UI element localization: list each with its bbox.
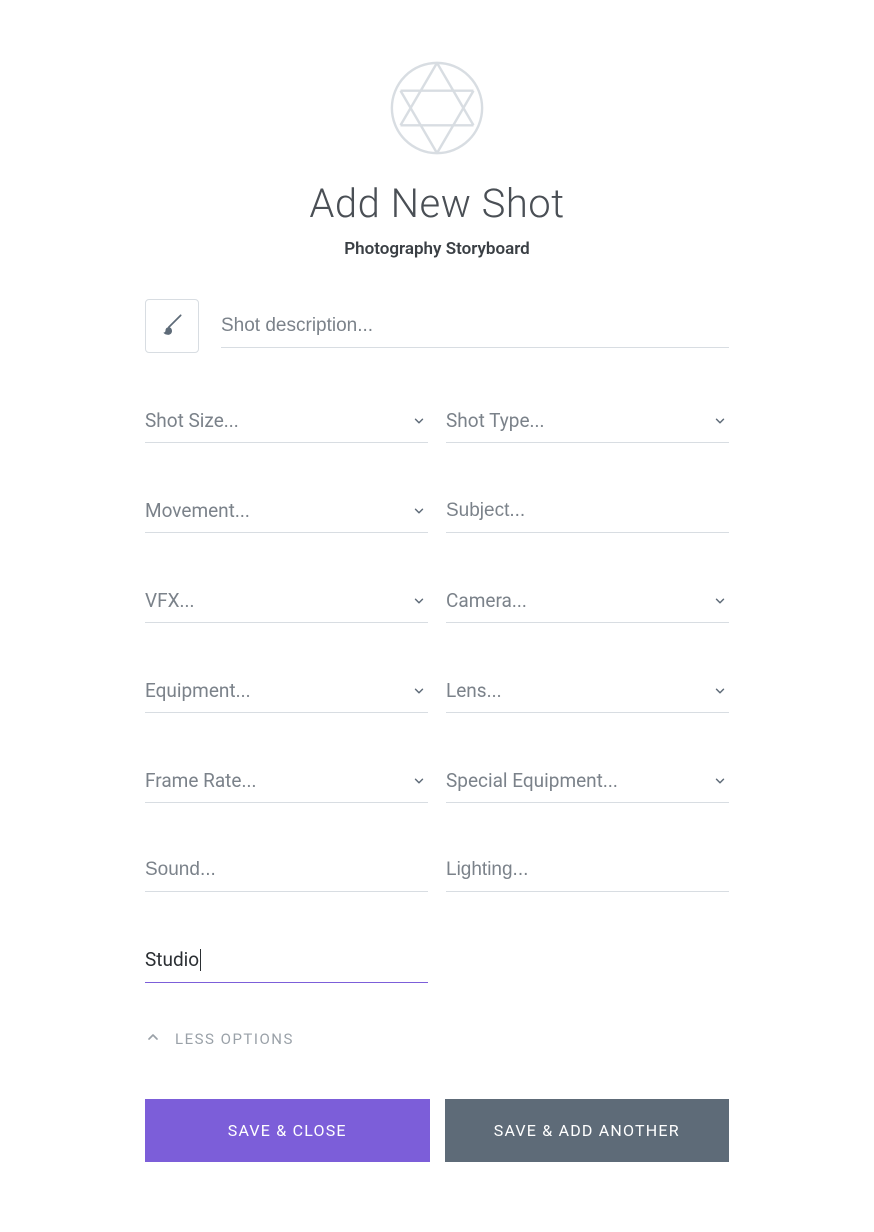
chevron-down-icon	[711, 412, 729, 430]
lighting-input[interactable]	[446, 853, 729, 892]
shot-type-label: Shot Type...	[446, 409, 545, 432]
movement-label: Movement...	[145, 499, 250, 522]
special-equipment-select[interactable]: Special Equipment...	[446, 763, 729, 803]
shot-description-input[interactable]	[221, 305, 729, 348]
shot-size-select[interactable]: Shot Size...	[145, 403, 428, 443]
chevron-down-icon	[410, 592, 428, 610]
less-options-toggle[interactable]: LESS OPTIONS	[145, 1029, 729, 1049]
vfx-select[interactable]: VFX...	[145, 583, 428, 623]
lens-label: Lens...	[446, 679, 502, 702]
aperture-icon	[389, 60, 485, 160]
chevron-down-icon	[410, 772, 428, 790]
chevron-down-icon	[711, 682, 729, 700]
page-subtitle: Photography Storyboard	[145, 239, 729, 259]
brush-button[interactable]	[145, 299, 199, 353]
less-options-label: LESS OPTIONS	[175, 1030, 294, 1048]
subject-field[interactable]	[446, 500, 729, 522]
vfx-label: VFX...	[145, 589, 195, 612]
lighting-field[interactable]	[446, 859, 729, 881]
camera-label: Camera...	[446, 589, 527, 612]
brush-icon	[159, 311, 185, 341]
text-caret	[200, 949, 201, 971]
sound-input[interactable]	[145, 853, 428, 892]
location-value: Studio	[145, 948, 201, 972]
form-header: Add New Shot Photography Storyboard	[145, 60, 729, 259]
sound-field[interactable]	[145, 859, 428, 881]
camera-select[interactable]: Camera...	[446, 583, 729, 623]
frame-rate-label: Frame Rate...	[145, 769, 256, 792]
location-row: Studio	[145, 942, 428, 983]
chevron-down-icon	[711, 592, 729, 610]
save-add-another-button[interactable]: SAVE & ADD ANOTHER	[445, 1099, 730, 1162]
special-equipment-label: Special Equipment...	[446, 769, 618, 792]
frame-rate-select[interactable]: Frame Rate...	[145, 763, 428, 803]
save-close-button[interactable]: SAVE & CLOSE	[145, 1099, 430, 1162]
shot-size-label: Shot Size...	[145, 409, 239, 432]
chevron-down-icon	[711, 772, 729, 790]
add-shot-form: Add New Shot Photography Storyboard Shot…	[0, 0, 874, 1202]
equipment-select[interactable]: Equipment...	[145, 673, 428, 713]
movement-select[interactable]: Movement...	[145, 493, 428, 533]
chevron-up-icon	[145, 1029, 161, 1049]
chevron-down-icon	[410, 682, 428, 700]
description-row	[145, 299, 729, 353]
subject-input[interactable]	[446, 493, 729, 533]
page-title: Add New Shot	[145, 180, 729, 227]
lens-select[interactable]: Lens...	[446, 673, 729, 713]
chevron-down-icon	[410, 412, 428, 430]
chevron-down-icon	[410, 502, 428, 520]
shot-type-select[interactable]: Shot Type...	[446, 403, 729, 443]
fields-grid: Shot Size... Shot Type... Movement... VF…	[145, 403, 729, 892]
location-input[interactable]: Studio	[145, 942, 428, 983]
button-row: SAVE & CLOSE SAVE & ADD ANOTHER	[145, 1099, 729, 1162]
equipment-label: Equipment...	[145, 679, 251, 702]
